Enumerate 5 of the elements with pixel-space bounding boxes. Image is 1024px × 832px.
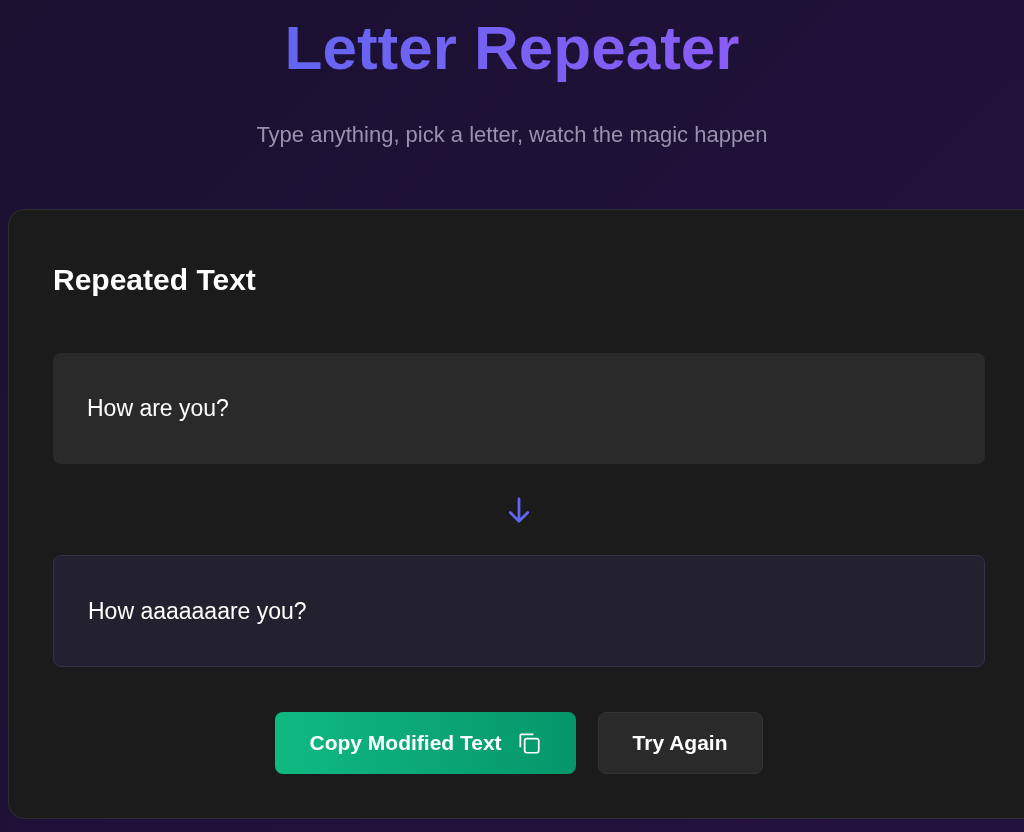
card-heading: Repeated Text — [53, 262, 256, 298]
original-text-box: How are you? — [53, 353, 985, 464]
try-again-button[interactable]: Try Again — [597, 712, 763, 774]
app-subtitle: Type anything, pick a letter, watch the magic happen — [256, 121, 768, 149]
modified-text-box: How aaaaaaare you? — [53, 555, 985, 667]
